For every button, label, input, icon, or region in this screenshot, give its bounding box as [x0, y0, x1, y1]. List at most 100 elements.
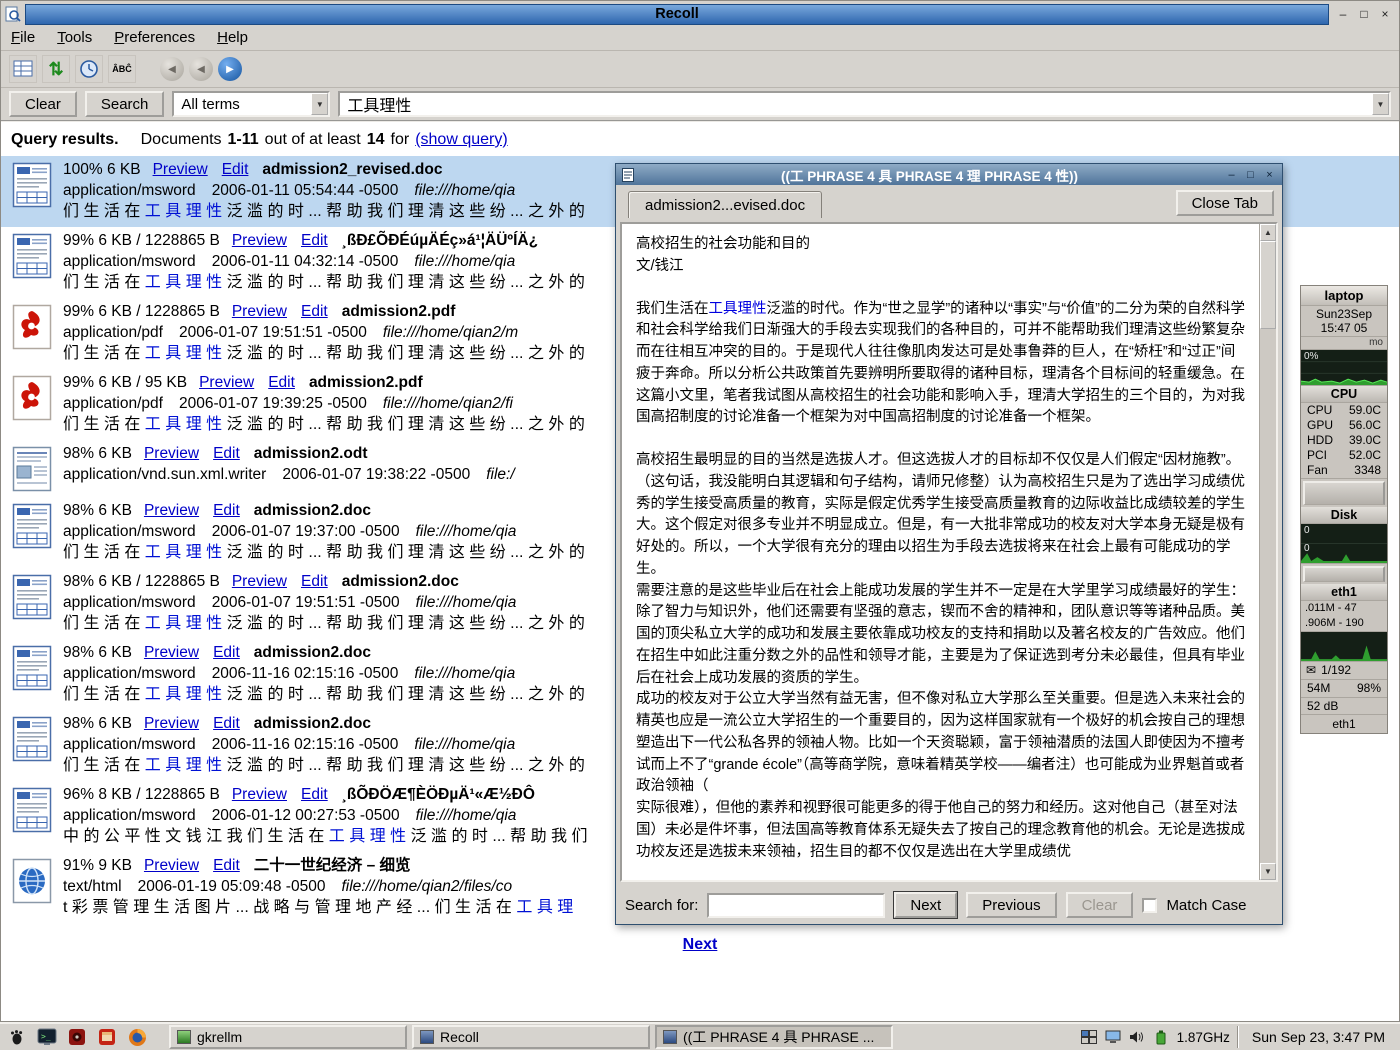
- gk-clock[interactable]: Sun23Sep 15:47 05: [1301, 306, 1387, 337]
- main-titlebar[interactable]: Recoll – □ ×: [1, 1, 1399, 25]
- preview-link[interactable]: Preview: [144, 445, 199, 462]
- sort-icon[interactable]: ⇅: [42, 55, 70, 83]
- preview-link[interactable]: Preview: [232, 303, 287, 320]
- sensor-reading: PCI52.0C: [1301, 448, 1387, 463]
- preview-link[interactable]: Preview: [232, 232, 287, 249]
- titlebar-bar[interactable]: Recoll: [25, 4, 1329, 25]
- query-detail-icon[interactable]: [9, 55, 37, 83]
- gk-mem-used: 54M: [1307, 680, 1330, 697]
- edit-link[interactable]: Edit: [222, 161, 249, 178]
- edit-link[interactable]: Edit: [301, 232, 328, 249]
- taskbar-window-button[interactable]: gkrellm: [169, 1025, 407, 1049]
- edit-link[interactable]: Edit: [213, 445, 240, 462]
- close-icon[interactable]: ×: [1262, 167, 1277, 182]
- package-launcher-icon[interactable]: [95, 1025, 119, 1049]
- gk-eth1-label[interactable]: eth1: [1301, 584, 1387, 601]
- scrollbar-track[interactable]: [1260, 241, 1276, 863]
- preview-window: ((工 PHRASE 4 具 PHRASE 4 理 PHRASE 4 性)) –…: [615, 163, 1283, 925]
- taskbar-window-button[interactable]: Recoll: [412, 1025, 650, 1049]
- preview-tab-label: admission2...evised.doc: [645, 197, 805, 214]
- spellcheck-icon[interactable]: ÂBĈ: [108, 55, 136, 83]
- taskbar-window-button[interactable]: ((工 PHRASE 4 具 PHRASE ...: [655, 1025, 893, 1049]
- gk-cpu-label[interactable]: CPU: [1301, 386, 1387, 403]
- query-history-chevron-icon[interactable]: ▼: [1372, 93, 1389, 115]
- cpu-frequency: 1.87GHz: [1177, 1030, 1230, 1045]
- close-tab-button[interactable]: Close Tab: [1176, 190, 1274, 216]
- gnome-footprint-icon[interactable]: [5, 1025, 29, 1049]
- history-clock-icon[interactable]: [75, 55, 103, 83]
- next-page-icon[interactable]: ▶: [218, 57, 242, 81]
- edit-link[interactable]: Edit: [301, 786, 328, 803]
- minimize-icon[interactable]: –: [1224, 167, 1239, 182]
- taskbar: >_ gkrellmRecoll((工 PHRASE 4 具 PHRASE ..…: [0, 1022, 1400, 1050]
- prev-page-icon[interactable]: ◀: [189, 57, 213, 81]
- clear-button[interactable]: Clear: [9, 91, 77, 117]
- gkrellm-monitor: laptop Sun23Sep 15:47 05 mo 0% CPU CPU59…: [1300, 285, 1388, 734]
- first-page-icon[interactable]: ◀: [160, 57, 184, 81]
- scroll-up-icon[interactable]: ▲: [1260, 224, 1276, 241]
- match-case-checkbox[interactable]: [1142, 898, 1157, 913]
- find-previous-button[interactable]: Previous: [966, 892, 1056, 918]
- gk-hostname[interactable]: laptop: [1301, 286, 1387, 306]
- find-next-button[interactable]: Next: [894, 892, 957, 918]
- preview-link[interactable]: Preview: [232, 573, 287, 590]
- results-total: 14: [367, 131, 385, 149]
- media-launcher-icon[interactable]: [65, 1025, 89, 1049]
- search-query-combobox: ▼: [338, 91, 1391, 117]
- scrollbar-thumb[interactable]: [1260, 241, 1276, 329]
- edit-link[interactable]: Edit: [213, 644, 240, 661]
- edit-link[interactable]: Edit: [213, 857, 240, 874]
- spellcheck-letters: ÂBĈ: [112, 64, 132, 74]
- preview-scrollbar[interactable]: ▲ ▼: [1259, 224, 1276, 880]
- scroll-down-icon[interactable]: ▼: [1260, 863, 1276, 880]
- close-icon[interactable]: ×: [1376, 5, 1394, 23]
- preview-link[interactable]: Preview: [144, 644, 199, 661]
- sensor-reading: CPU59.0C: [1301, 403, 1387, 418]
- next-page-link[interactable]: Next: [683, 936, 718, 953]
- preview-tab[interactable]: admission2...evised.doc: [628, 191, 822, 218]
- preview-paragraph: 实际很难），但他的素养和视野很可能更多的得于他自己的努力和经历。这对他自己（甚至…: [636, 798, 1245, 863]
- preview-link[interactable]: Preview: [144, 502, 199, 519]
- result-title: admission2.doc: [254, 715, 371, 732]
- edit-link[interactable]: Edit: [213, 715, 240, 732]
- terminal-launcher-icon[interactable]: >_: [35, 1025, 59, 1049]
- preview-document-text[interactable]: 高校招生的社会功能和目的文/钱江我们生活在工具理性泛滥的时代。作为“世之显学”的…: [622, 224, 1259, 880]
- search-toolbar: Clear Search All terms ▼ ▼: [1, 88, 1399, 122]
- volume-icon[interactable]: [1129, 1029, 1146, 1046]
- find-input[interactable]: [707, 893, 885, 918]
- edit-link[interactable]: Edit: [301, 303, 328, 320]
- show-query-link[interactable]: (show query): [415, 131, 507, 149]
- find-clear-button[interactable]: Clear: [1066, 892, 1134, 918]
- search-query-input[interactable]: [340, 93, 1372, 115]
- preview-link[interactable]: Preview: [144, 857, 199, 874]
- preview-link[interactable]: Preview: [232, 786, 287, 803]
- menu-help[interactable]: Help: [217, 29, 248, 46]
- maximize-icon[interactable]: □: [1355, 5, 1373, 23]
- gk-disk-label[interactable]: Disk: [1301, 507, 1387, 524]
- pager-icon[interactable]: [1081, 1029, 1098, 1046]
- maximize-icon[interactable]: □: [1243, 167, 1258, 182]
- preview-link[interactable]: Preview: [153, 161, 208, 178]
- menu-preferences[interactable]: Preferences: [114, 29, 195, 46]
- result-title: 二十一世纪经济 – 细览: [254, 857, 411, 874]
- gk-mem-percent: 98%: [1357, 680, 1381, 697]
- minimize-icon[interactable]: –: [1334, 5, 1352, 23]
- preview-link[interactable]: Preview: [144, 715, 199, 732]
- menu-file[interactable]: File: [11, 29, 35, 46]
- search-mode-select[interactable]: All terms ▼: [172, 91, 330, 117]
- menu-tools[interactable]: Tools: [57, 29, 92, 46]
- taskbar-clock[interactable]: Sun Sep 23, 3:47 PM: [1246, 1029, 1395, 1045]
- gk-footer[interactable]: eth1: [1301, 715, 1387, 733]
- edit-link[interactable]: Edit: [301, 573, 328, 590]
- edit-link[interactable]: Edit: [213, 502, 240, 519]
- edit-link[interactable]: Edit: [268, 374, 295, 391]
- preview-link[interactable]: Preview: [199, 374, 254, 391]
- display-icon[interactable]: [1105, 1029, 1122, 1046]
- gk-mail[interactable]: ✉ 1/192: [1301, 662, 1387, 680]
- cpu-freq-icon[interactable]: [1153, 1029, 1170, 1046]
- preview-paragraph: 高校招生最明显的目的当然是选拔人才。但这选拔人才的目标却不仅仅是人们假定“因材施…: [636, 450, 1245, 581]
- firefox-launcher-icon[interactable]: [125, 1025, 149, 1049]
- disk-read-label: 0: [1304, 525, 1310, 536]
- preview-titlebar[interactable]: ((工 PHRASE 4 具 PHRASE 4 理 PHRASE 4 性)) –…: [616, 164, 1282, 185]
- search-button[interactable]: Search: [85, 91, 165, 117]
